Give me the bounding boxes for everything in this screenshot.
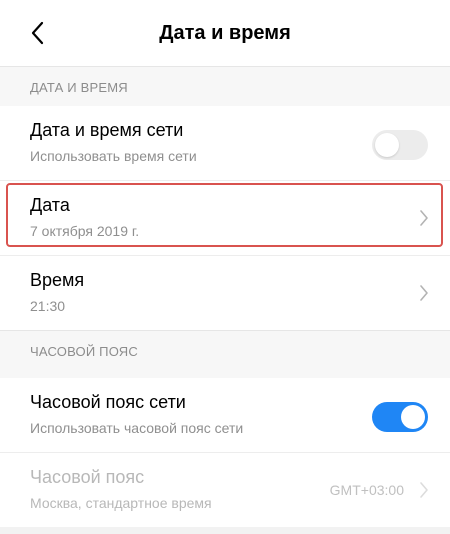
timezone-row: Часовой пояс Москва, стандартное время G… <box>0 453 450 527</box>
network-timezone-title: Часовой пояс сети <box>30 392 186 412</box>
network-time-row[interactable]: Дата и время сети Использовать время сет… <box>0 106 450 180</box>
network-timezone-toggle[interactable] <box>372 402 428 432</box>
section-header-timezone: ЧАСОВОЙ ПОЯС <box>0 330 450 370</box>
chevron-right-icon <box>420 482 428 498</box>
timezone-group: Часовой пояс сети Использовать часовой п… <box>0 378 450 527</box>
top-bar: Дата и время <box>0 0 450 66</box>
date-row[interactable]: Дата 7 октября 2019 г. <box>0 181 450 255</box>
date-value: 7 октября 2019 г. <box>30 223 140 239</box>
network-time-title: Дата и время сети <box>30 120 184 140</box>
chevron-right-icon <box>420 210 428 226</box>
toggle-knob <box>375 133 399 157</box>
network-timezone-row[interactable]: Часовой пояс сети Использовать часовой п… <box>0 378 450 452</box>
chevron-right-icon <box>420 285 428 301</box>
time-row[interactable]: Время 21:30 <box>0 256 450 330</box>
timezone-title: Часовой пояс <box>30 467 145 487</box>
time-title: Время <box>30 270 85 290</box>
timezone-subtitle: Москва, стандартное время <box>30 495 212 511</box>
time-value: 21:30 <box>30 298 66 314</box>
toggle-knob <box>401 405 425 429</box>
network-time-subtitle: Использовать время сети <box>30 148 197 164</box>
datetime-group: Дата и время сети Использовать время сет… <box>0 106 450 330</box>
timezone-value: GMT+03:00 <box>329 482 404 498</box>
section-header-label: ЧАСОВОЙ ПОЯС <box>30 344 138 359</box>
network-timezone-subtitle: Использовать часовой пояс сети <box>30 420 244 436</box>
network-time-toggle[interactable] <box>372 130 428 160</box>
page-title: Дата и время <box>159 22 291 44</box>
date-title: Дата <box>30 195 70 215</box>
bottom-spacer <box>0 527 450 534</box>
section-header-label: ДАТА И ВРЕМЯ <box>30 80 128 95</box>
section-header-datetime: ДАТА И ВРЕМЯ <box>0 66 450 106</box>
